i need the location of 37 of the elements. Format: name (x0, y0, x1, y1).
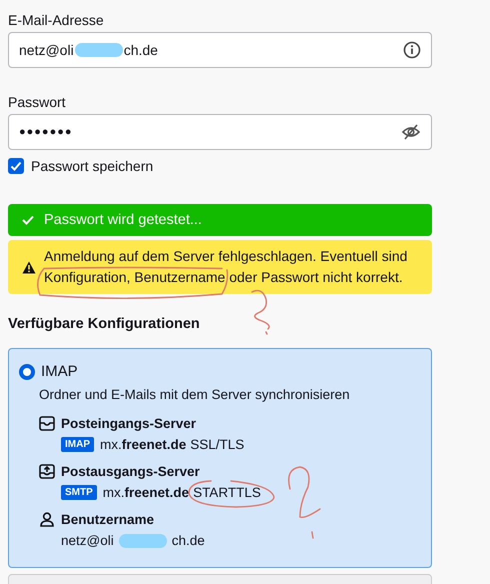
password-field[interactable]: ●●●●●●● (8, 114, 432, 150)
server-host: mx.freenet.de (102, 485, 190, 500)
email-field[interactable]: netz@oli ch.de (8, 32, 432, 68)
field-label: Passwort (8, 94, 66, 110)
redaction-mark (74, 43, 123, 57)
username-start: netz@oli (61, 533, 114, 548)
field-value-end: ch.de (124, 42, 158, 58)
server-heading: Posteingangs-Server (61, 416, 196, 431)
status-text: Passwort wird getestet... (44, 212, 202, 228)
info-icon[interactable] (403, 41, 421, 59)
config-card[interactable]: IMAP Ordner und E-Mails mit dem Server synchronisieren Posteingangs-Server IMAP mx.freenet.de SSL/TLS Postausgangs-Server SMTP mx.freenet.de STARTTLS Benutzername netz@oli ch.de (8, 348, 432, 568)
security-label: SSL/TLS (190, 437, 244, 452)
radio-button[interactable] (19, 364, 35, 380)
eye-slash-icon[interactable] (401, 123, 421, 141)
server-host: mx.freenet.de (100, 437, 186, 452)
check-icon (22, 215, 34, 225)
checkbox[interactable] (8, 158, 24, 174)
protocol-badge: SMTP (61, 485, 97, 500)
config-title: IMAP (41, 363, 78, 380)
person-icon (39, 512, 55, 527)
field-label: E-Mail-Adresse (8, 12, 104, 28)
security-label: STARTTLS (193, 485, 261, 500)
config-description: Ordner und E-Mails mit dem Server synchronisieren (39, 387, 350, 402)
remember-checkbox[interactable]: Passwort speichern (8, 158, 154, 174)
redaction-mark (118, 534, 167, 548)
username-end: ch.de (172, 533, 205, 548)
warning-icon (22, 260, 36, 274)
warning-text: Anmeldung auf dem Server fehlgeschlagen. Eventuell sind Konfiguration, Benutzername oder Passwort nicht korrekt. (44, 247, 408, 287)
checkbox-label: Passwort speichern (31, 158, 154, 174)
field-value: ●●●●●●● (19, 126, 73, 138)
section-heading: Verfügbare Konfigurationen (8, 316, 200, 332)
server-heading: Postausgangs-Server (61, 464, 200, 479)
inbox-icon (39, 416, 55, 431)
server-heading: Benutzername (61, 512, 154, 527)
field-value-start: netz@oli (19, 42, 74, 58)
outbox-icon (39, 464, 55, 479)
protocol-badge: IMAP (61, 437, 94, 452)
